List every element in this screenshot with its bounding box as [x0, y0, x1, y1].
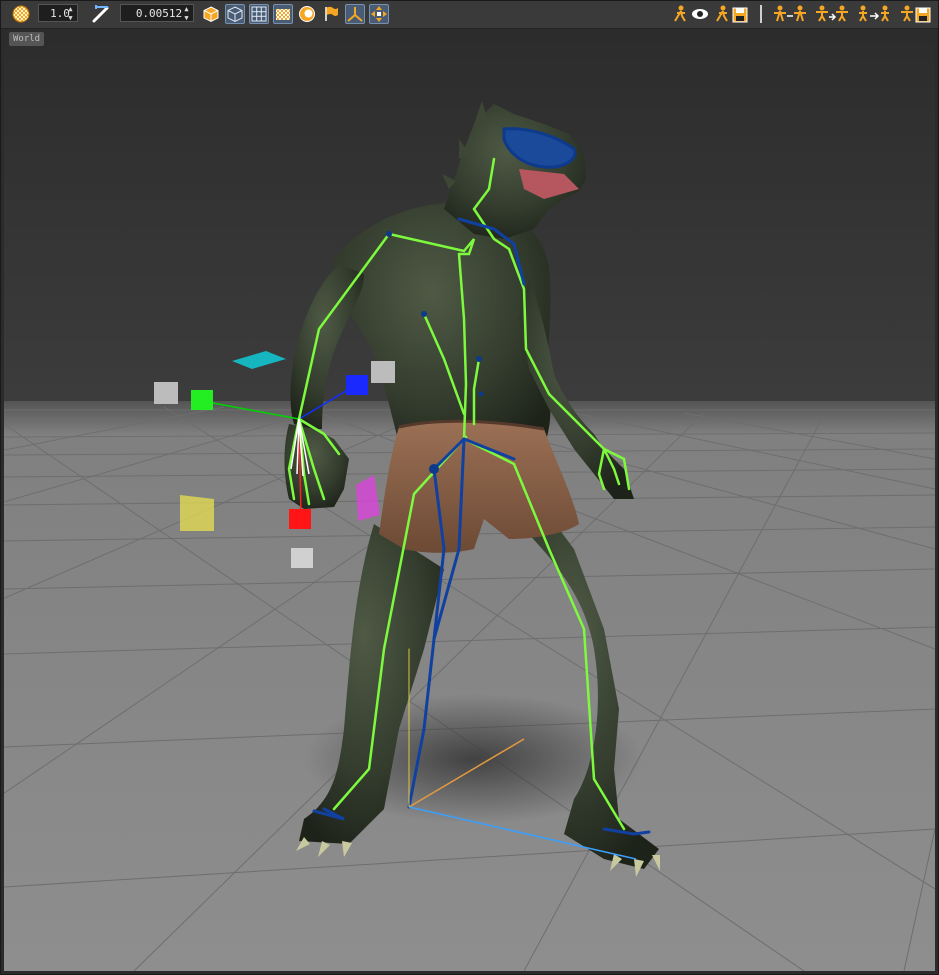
plane-handle[interactable]	[371, 361, 395, 383]
down-arrow-icon[interactable]: ▼	[184, 15, 188, 22]
space-label: World	[9, 32, 45, 46]
plane-handle[interactable]	[180, 495, 214, 531]
pose-save-icon[interactable]	[714, 4, 750, 24]
up-arrow-icon[interactable]: ▲	[184, 6, 188, 13]
axis-icon[interactable]	[345, 4, 365, 24]
spinner-arrows[interactable]: ▲ ▼	[182, 6, 191, 22]
pose-visibility-icon[interactable]	[671, 4, 711, 24]
mirror-pose-icon[interactable]	[771, 4, 809, 24]
retarget-pose-icon[interactable]	[813, 4, 851, 24]
plane-handle[interactable]	[154, 382, 178, 404]
x-axis-handle[interactable]	[289, 509, 311, 529]
toolbar-separator	[760, 5, 762, 23]
checker-icon[interactable]	[273, 4, 293, 24]
viewport-scene[interactable]	[4, 29, 935, 971]
wireframe-view-icon[interactable]	[225, 4, 245, 24]
scale-spinner[interactable]: 1.0 ▲ ▼	[38, 4, 78, 22]
3d-viewport[interactable]: World	[4, 29, 935, 971]
spinner-arrows[interactable]: ▲ ▼	[66, 6, 75, 22]
z-axis-handle[interactable]	[346, 375, 368, 395]
move-icon[interactable]	[369, 4, 389, 24]
copy-pose-icon[interactable]	[855, 4, 893, 24]
threshold-value: 0.00512	[135, 6, 183, 20]
skeleton-save-icon[interactable]	[897, 4, 933, 24]
y-axis-handle[interactable]	[191, 390, 213, 410]
down-arrow-icon[interactable]: ▼	[68, 15, 72, 22]
lighting-icon[interactable]	[297, 4, 317, 24]
viewport-toolbar: 1.0 ▲ ▼ 0.00512 ▲ ▼	[0, 0, 939, 29]
up-arrow-icon[interactable]: ▲	[68, 6, 72, 13]
measure-tool-icon[interactable]	[90, 4, 112, 24]
threshold-spinner[interactable]: 0.00512 ▲ ▼	[120, 4, 194, 22]
plane-handle[interactable]	[291, 548, 313, 568]
sphere-texture-icon[interactable]	[10, 4, 32, 24]
flag-icon[interactable]	[321, 4, 341, 24]
grid-icon[interactable]	[249, 4, 269, 24]
solid-view-icon[interactable]	[201, 4, 221, 24]
